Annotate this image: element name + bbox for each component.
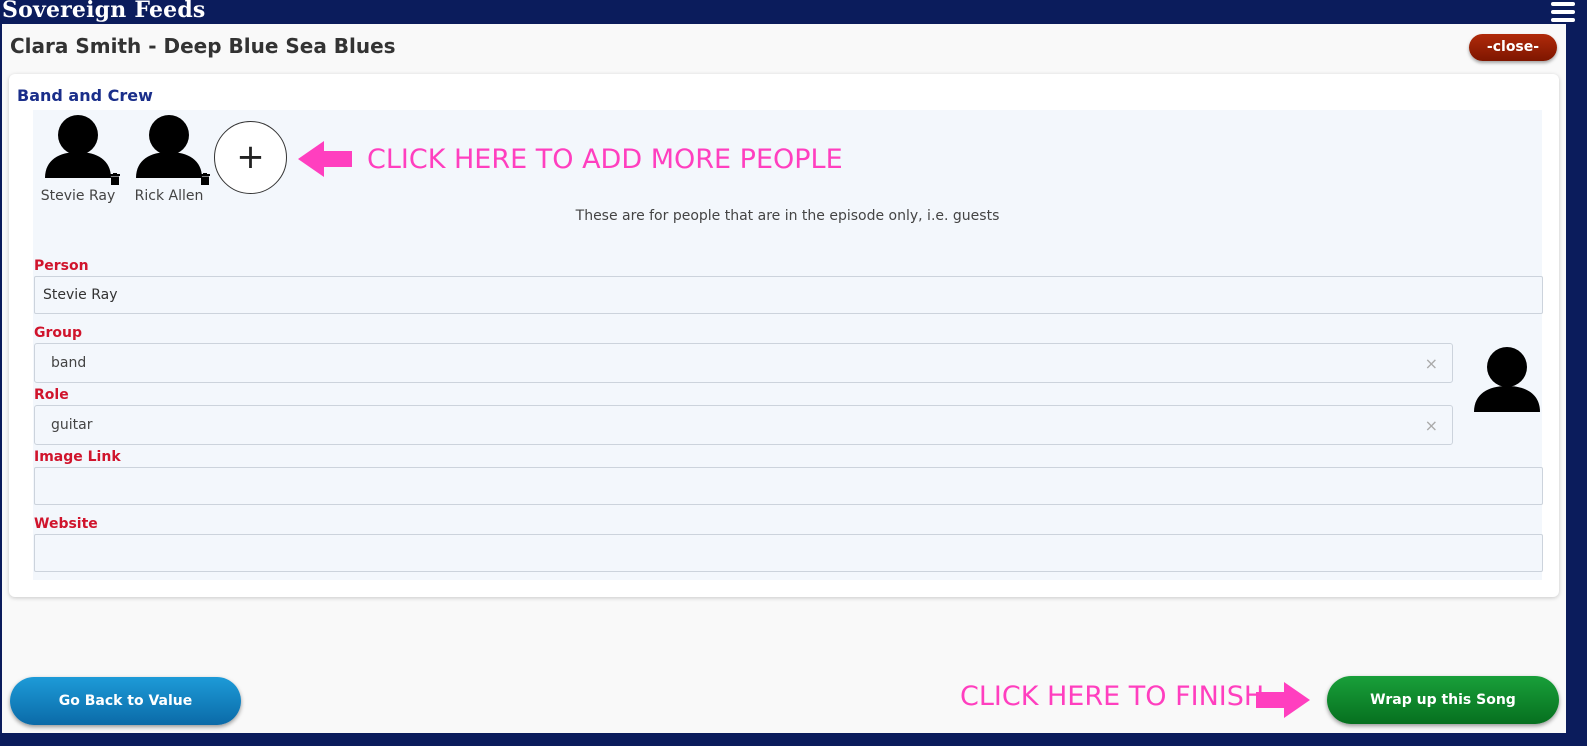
close-button[interactable]: -close- [1469, 34, 1557, 61]
arrow-left-icon [298, 141, 352, 177]
go-back-to-value-button[interactable]: Go Back to Value [10, 677, 241, 725]
website-field[interactable] [34, 534, 1543, 572]
delete-person-trash-icon[interactable] [200, 173, 210, 185]
finish-annotation: CLICK HERE TO FINISH [960, 681, 1265, 712]
role-label: Role [34, 387, 69, 403]
clear-role-icon[interactable]: × [1425, 416, 1438, 435]
person-rick-allen[interactable]: Rick Allen [129, 114, 209, 204]
person-avatar-icon [45, 115, 111, 178]
page-title: Clara Smith - Deep Blue Sea Blues [10, 34, 396, 58]
song-panel: Clara Smith - Deep Blue Sea Blues -close… [2, 24, 1566, 733]
group-label: Group [34, 325, 83, 341]
top-bar: Sovereign Feeds [0, 0, 1587, 24]
person-label: Person [34, 258, 89, 274]
image-link-label: Image Link [34, 449, 121, 465]
app-title: Sovereign Feeds [2, 0, 206, 23]
delete-person-trash-icon[interactable] [110, 173, 120, 185]
group-select[interactable]: band × [34, 343, 1453, 383]
people-editor: Stevie Ray Rick Allen + CLICK HERE TO AD… [33, 110, 1543, 580]
image-link-field[interactable] [34, 467, 1543, 505]
person-name: Stevie Ray [40, 188, 116, 204]
guests-note: These are for people that are in the epi… [575, 208, 1000, 224]
hamburger-menu-icon[interactable] [1551, 2, 1575, 22]
selected-person-avatar-icon [1474, 347, 1540, 412]
website-label: Website [34, 516, 98, 532]
person-field[interactable]: Stevie Ray [34, 276, 1543, 314]
role-value: guitar [51, 417, 93, 433]
wrap-up-song-button[interactable]: Wrap up this Song [1327, 676, 1559, 724]
section-title: Band and Crew [17, 86, 153, 105]
add-person-button[interactable]: + [214, 121, 287, 194]
person-avatar-icon [136, 115, 202, 178]
person-name: Rick Allen [134, 188, 204, 204]
add-people-annotation: CLICK HERE TO ADD MORE PEOPLE [367, 144, 843, 175]
role-select[interactable]: guitar × [34, 405, 1453, 445]
person-stevie-ray[interactable]: Stevie Ray [38, 114, 118, 204]
band-and-crew-card: Band and Crew Stevie Ray Rick Allen + CL… [9, 74, 1559, 597]
group-value: band [51, 355, 87, 371]
clear-group-icon[interactable]: × [1425, 354, 1438, 373]
arrow-right-icon [1256, 682, 1310, 718]
